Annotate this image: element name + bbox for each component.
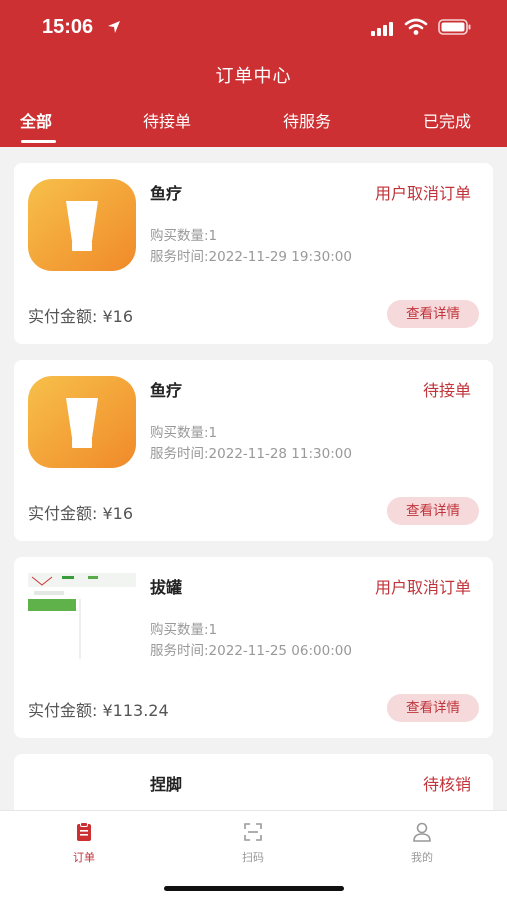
- scan-icon: [244, 823, 262, 841]
- order-status: 待核销: [422, 775, 471, 794]
- order-card[interactable]: 捏脚 待核销: [14, 754, 493, 810]
- order-status: 用户取消订单: [374, 578, 471, 597]
- service-name: 拔罐: [150, 578, 183, 597]
- user-icon: [413, 822, 431, 842]
- webpage-thumbnail: [28, 770, 136, 810]
- order-card[interactable]: 鱼疗 用户取消订单 购买数量:1 服务时间:2022-11-29 19:30:0…: [14, 163, 493, 344]
- order-status: 待接单: [422, 381, 471, 400]
- tab-pending-accept[interactable]: 待接单: [143, 108, 191, 132]
- cellular-signal-icon: [371, 22, 393, 36]
- status-bar: 15:06: [0, 0, 507, 56]
- tabbar-label: 订单: [73, 851, 95, 864]
- service-name: 鱼疗: [150, 381, 183, 400]
- app-header: 15:06 订单中心 全部 待接单 待服务 已完成: [0, 0, 507, 147]
- paid-amount: 实付金额: ¥113.24: [28, 701, 169, 720]
- tab-completed[interactable]: 已完成: [423, 108, 471, 132]
- webpage-thumbnail: [28, 573, 136, 665]
- order-filter-tabs: 全部 待接单 待服务 已完成: [0, 108, 507, 147]
- purchase-quantity: 购买数量:1: [150, 425, 218, 441]
- wifi-icon: [404, 18, 428, 35]
- active-tab-indicator: [21, 140, 56, 143]
- purchase-quantity: 购买数量:1: [150, 228, 218, 244]
- paid-amount: 实付金额: ¥16: [28, 504, 134, 523]
- page-title: 订单中心: [215, 66, 292, 87]
- service-time: 服务时间:2022-11-25 06:00:00: [150, 643, 352, 659]
- tab-pending-service[interactable]: 待服务: [283, 108, 331, 132]
- service-time: 服务时间:2022-11-29 19:30:00: [150, 249, 352, 265]
- order-status: 用户取消订单: [374, 184, 471, 203]
- clipboard-icon: [77, 822, 91, 841]
- battery-icon: [438, 19, 471, 35]
- tab-all[interactable]: 全部: [20, 108, 52, 132]
- service-name: 鱼疗: [150, 184, 183, 203]
- tabbar-item-profile[interactable]: 我的: [382, 821, 462, 865]
- lotion-tube-icon: [28, 376, 136, 468]
- order-card[interactable]: 拔罐 用户取消订单 购买数量:1 服务时间:2022-11-25 06:00:0…: [14, 557, 493, 738]
- view-details-button[interactable]: 查看详情: [387, 497, 479, 525]
- home-indicator: [164, 886, 344, 891]
- service-name: 捏脚: [150, 775, 183, 794]
- tabbar-label: 我的: [411, 851, 433, 864]
- order-card[interactable]: 鱼疗 待接单 购买数量:1 服务时间:2022-11-28 11:30:00 实…: [14, 360, 493, 541]
- tabbar-label: 扫码: [242, 851, 264, 864]
- paid-amount: 实付金额: ¥16: [28, 307, 134, 326]
- location-arrow-icon: [108, 21, 120, 33]
- service-time: 服务时间:2022-11-28 11:30:00: [150, 446, 352, 462]
- order-list[interactable]: 鱼疗 用户取消订单 购买数量:1 服务时间:2022-11-29 19:30:0…: [0, 147, 507, 810]
- tabbar-item-orders[interactable]: 订单: [44, 821, 124, 865]
- tabbar-item-scan[interactable]: 扫码: [213, 821, 293, 865]
- status-time: 15:06: [42, 16, 94, 38]
- lotion-tube-icon: [28, 179, 136, 271]
- purchase-quantity: 购买数量:1: [150, 622, 218, 638]
- view-details-button[interactable]: 查看详情: [387, 694, 479, 722]
- view-details-button[interactable]: 查看详情: [387, 300, 479, 328]
